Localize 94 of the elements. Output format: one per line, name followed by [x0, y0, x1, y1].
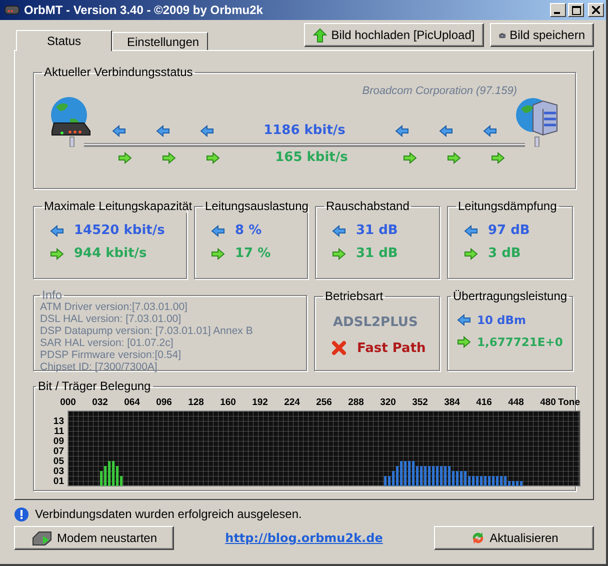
upstream-value: 17 % [235, 246, 271, 261]
tick-label: 096 [156, 397, 172, 408]
maximize-icon [572, 6, 580, 14]
right-arrow-icon [118, 152, 132, 164]
mode-value: ADSL2PLUS [333, 315, 419, 330]
left-arrow-icon [200, 124, 214, 136]
group-title: Leitungsdämpfung [457, 199, 558, 213]
tick-label: 128 [188, 397, 204, 408]
downstream-value: 14520 kbit/s [74, 223, 165, 238]
group-title: Aktueller Verbindungsstatus [43, 65, 194, 79]
info-line: Chipset ID: [7300/7300A] [40, 361, 158, 373]
downstream-value: 31 dB [356, 223, 398, 238]
tab[interactable]: Einstellungen [112, 32, 208, 50]
group-title: Leitungsauslastung [204, 199, 310, 213]
tick-label: 256 [316, 397, 332, 408]
group-title: Bit / Träger Belegung [37, 379, 152, 393]
tick-label: 09 [53, 436, 64, 447]
axis-label: Tone [558, 397, 580, 408]
tick-label: 320 [380, 397, 396, 408]
tick-label: 07 [53, 446, 64, 457]
left-arrow-icon [394, 124, 409, 136]
tick-label: 064 [124, 397, 140, 408]
right-arrow-icon [211, 248, 225, 260]
info-line: PDSP Firmware version:[0.54] [40, 349, 182, 361]
up-arrow-icon [313, 28, 328, 42]
info-line: SAR HAL version: [01.07.2c] [40, 337, 174, 349]
downstream-value: 10 dBm [477, 313, 526, 327]
upload-button[interactable]: Bild hochladen [PicUpload] [304, 23, 484, 47]
upstream-value: 944 kbit/s [74, 246, 147, 261]
info-line: ATM Driver version:[7.03.01.00] [40, 301, 188, 313]
tick-label: 416 [476, 397, 492, 408]
upstream-value: 3 dB [488, 246, 521, 261]
group-title: Übertragungsleistung [452, 289, 568, 303]
group-title: Rauschabstand [325, 199, 410, 213]
tick-label: 352 [412, 397, 428, 408]
tick-label: 01 [53, 476, 64, 487]
right-arrow-icon [447, 152, 461, 164]
right-arrow-icon [332, 248, 346, 260]
upstream-speed: 165 kbit/s [275, 150, 348, 165]
tick-label: 05 [53, 456, 64, 467]
left-arrow-icon [112, 124, 126, 136]
left-arrow-icon [464, 224, 478, 236]
tick-label: 384 [444, 397, 460, 408]
right-arrow-icon [491, 152, 505, 164]
minimize-button[interactable] [550, 3, 566, 17]
left-arrow-icon [457, 314, 471, 326]
window-title: OrbMT - Version 3.40 - ©2009 by Orbmu2k [24, 3, 264, 17]
upstream-value: 1,677721E+0 [477, 335, 563, 349]
save-image-button[interactable]: Bild speichern [490, 23, 594, 47]
left-arrow-icon [482, 124, 497, 136]
right-arrow-icon [403, 152, 417, 164]
upstream-value: 31 dB [356, 246, 398, 261]
tick-label: 192 [252, 397, 268, 408]
maximize-button[interactable] [568, 3, 584, 17]
modem-icon [4, 5, 20, 15]
info-line: DSP Datapump version: [7.03.01.01] Annex B [40, 325, 254, 337]
downstream-speed: 1186 kbit/s [264, 123, 346, 138]
tick-label: 13 [53, 416, 64, 427]
group-title: Betriebsart [324, 289, 384, 303]
modem-icon [30, 530, 53, 546]
path-label: Fast Path [357, 340, 426, 356]
restart-modem-button[interactable]: Modem neustarten [14, 526, 174, 550]
refresh-button[interactable]: Aktualisieren [434, 526, 594, 550]
tick-label: 000 [60, 397, 76, 408]
chipset-label: Broadcom Corporation (97.159) [361, 85, 517, 97]
left-arrow-icon [332, 224, 346, 236]
right-arrow-icon [162, 152, 176, 164]
downstream-value: 8 % [235, 223, 262, 238]
right-arrow-icon [457, 336, 471, 348]
right-arrow-icon [206, 152, 220, 164]
close-button[interactable] [588, 3, 604, 17]
tick-label: 448 [508, 397, 524, 408]
group-title: Maximale Leitungskapazität [43, 199, 194, 213]
tick-label: 11 [54, 426, 64, 437]
tick-label: 160 [220, 397, 236, 408]
left-arrow-icon [156, 124, 170, 136]
close-icon [592, 6, 600, 14]
tick-label: 480 [540, 397, 556, 408]
left-arrow-icon [211, 224, 225, 236]
left-arrow-icon [50, 224, 64, 236]
tab[interactable]: Status [16, 30, 112, 51]
right-arrow-icon [50, 248, 64, 260]
left-arrow-icon [438, 124, 453, 136]
info-line: DSL HAL version: [7.03.01.00] [40, 313, 182, 325]
tick-label: 03 [53, 466, 64, 477]
tick-label: 032 [92, 397, 108, 408]
downstream-value: 97 dB [488, 223, 530, 238]
tick-label: 288 [348, 397, 364, 408]
right-arrow-icon [464, 248, 478, 260]
info-icon [14, 506, 29, 522]
blog-link[interactable]: http://blog.orbmu2k.de [225, 531, 383, 545]
tick-label: 224 [284, 397, 300, 408]
group-title: Info [41, 289, 64, 301]
status-message: Verbindungsdaten wurden erfolgreich ausgelesen. [35, 507, 302, 521]
